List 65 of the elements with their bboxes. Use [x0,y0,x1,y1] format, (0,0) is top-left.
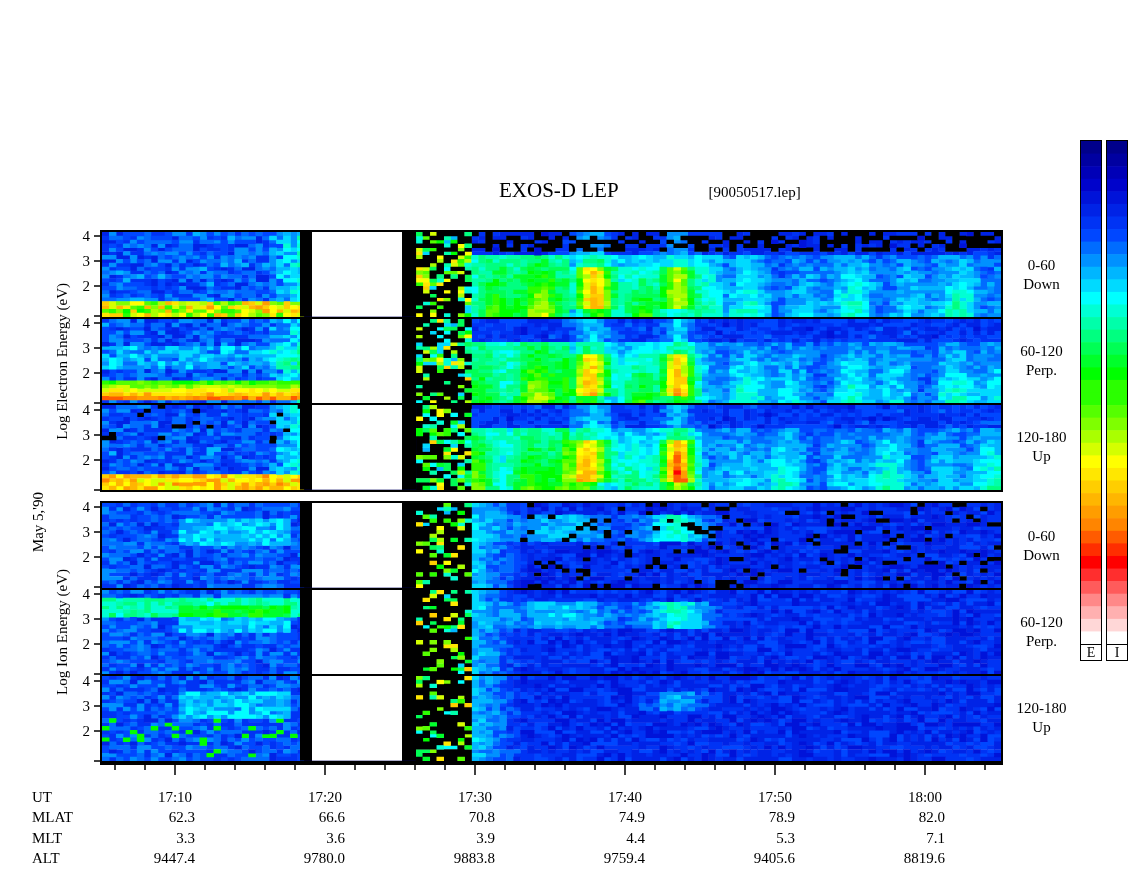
value-label: 66.6 [317,809,346,827]
tick-label: 3 [82,253,90,269]
pitch-angle-label: 120-180 [1016,699,1067,718]
pitch-angle-label: 0-60 [1027,256,1056,275]
row-label: ALT [32,850,61,868]
tick-label: 3 [82,611,90,627]
time-label: 17:10 [156,788,194,806]
direction-label: Up [1032,447,1051,466]
value-label: 70.8 [467,809,496,827]
y-axis-label: Log Ion Energy (eV) [52,569,71,695]
date-label: May 5,'90 [29,492,47,553]
value-label: 3.6 [325,829,346,847]
value-label: 4.4 [625,829,646,847]
time-label: 17:20 [306,788,344,806]
tick-label: 4 [82,499,90,515]
value-label: 3.3 [175,829,196,847]
value-label: 9759.4 [602,850,646,868]
tick-label: 3 [82,340,90,356]
pitch-angle-label: 120-180 [1016,428,1067,447]
value-label: 8819.6 [902,850,946,868]
tick-label: 2 [82,278,90,294]
pitch-angle-label: 60-120 [1020,613,1063,632]
value-label: 7.1 [925,829,946,847]
direction-label: Up [1032,718,1051,737]
tick-label: 4 [82,228,90,244]
value-label: 9447.4 [152,850,196,868]
tick-label: 4 [82,586,90,602]
chart-title: EXOS-D LEP [499,178,619,203]
value-label: 9780.0 [302,850,346,868]
value-label: 82.0 [917,809,946,827]
value-label: 9883.8 [452,850,496,868]
direction-label: Perp. [1025,361,1058,380]
time-label: 17:40 [606,788,644,806]
tick-label: 2 [82,452,90,468]
file-name: [90050517.lep] [708,184,801,201]
tick-label: 3 [82,427,90,443]
value-label: 78.9 [767,809,796,827]
tick-label: 4 [82,673,90,689]
row-label: UT [32,788,53,806]
y-axis-label: Log Electron Energy (eV) [52,282,71,440]
tick-label: 3 [82,698,90,714]
value-label: 5.3 [775,829,796,847]
tick-label: 2 [82,723,90,739]
direction-label: Down [1023,275,1060,294]
direction-label: Perp. [1025,632,1058,651]
color-scale-label: E [1080,645,1102,661]
value-label: 62.3 [167,809,196,827]
tick-label: 2 [82,636,90,652]
tick-label: 4 [82,402,90,418]
tick-label: 2 [82,549,90,565]
time-label: 17:50 [756,788,794,806]
color-scale-label: I [1106,645,1128,661]
direction-label: Down [1023,546,1060,565]
tick-label: 2 [82,365,90,381]
tick-label: 3 [82,524,90,540]
pitch-angle-label: 0-60 [1027,527,1056,546]
time-label: 17:30 [456,788,494,806]
tick-label: 4 [82,315,90,331]
pitch-angle-label: 60-120 [1020,342,1063,361]
value-label: 9405.6 [752,850,796,868]
value-label: 74.9 [617,809,646,827]
row-label: MLAT [32,809,74,827]
row-label: MLT [32,829,64,847]
value-label: 3.9 [475,829,496,847]
time-label: 18:00 [906,788,944,806]
